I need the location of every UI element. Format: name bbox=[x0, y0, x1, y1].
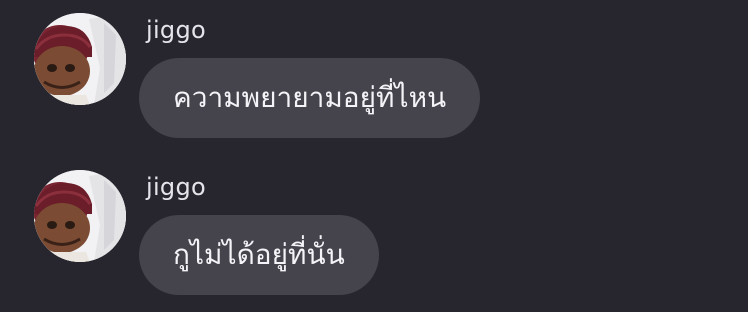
user-avatar[interactable] bbox=[34, 13, 126, 105]
avatar-photo-icon bbox=[34, 13, 126, 105]
user-avatar[interactable] bbox=[34, 170, 126, 262]
message-group: jiggo ความพยายามอยู่ที่ไหน bbox=[0, 0, 748, 150]
message-bubble[interactable]: กูไม่ได้อยู่ที่นั่น bbox=[139, 215, 379, 295]
chat-thread: jiggo ความพยายามอยู่ที่ไหน jiggo กูไม่ได… bbox=[0, 0, 748, 312]
avatar-photo-icon bbox=[34, 170, 126, 262]
message-username[interactable]: jiggo bbox=[146, 175, 206, 199]
message-username[interactable]: jiggo bbox=[146, 18, 206, 42]
message-bubble[interactable]: ความพยายามอยู่ที่ไหน bbox=[139, 58, 481, 138]
message-text: ความพยายามอยู่ที่ไหน bbox=[173, 81, 447, 114]
message-group: jiggo กูไม่ได้อยู่ที่นั่น bbox=[0, 157, 748, 307]
message-text: กูไม่ได้อยู่ที่นั่น bbox=[173, 238, 345, 271]
